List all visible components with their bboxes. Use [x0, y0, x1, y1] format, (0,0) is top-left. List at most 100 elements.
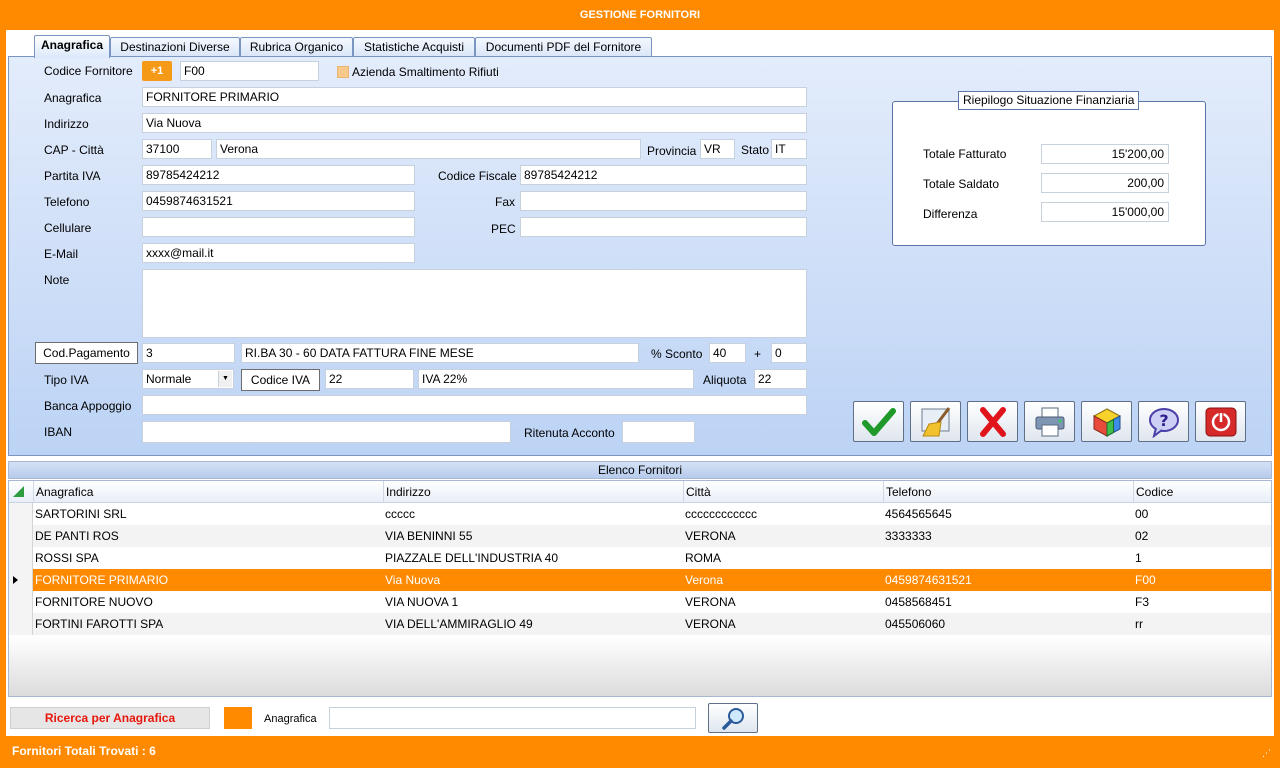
anagrafica-field[interactable]: FORNITORE PRIMARIO — [142, 87, 807, 107]
sconto-field[interactable]: 40 — [709, 343, 746, 363]
indirizzo-field[interactable]: Via Nuova — [142, 113, 807, 133]
column-header-citta[interactable]: Città — [683, 481, 883, 503]
citta-field[interactable]: Verona — [216, 139, 641, 159]
cellulare-label: Cellulare — [44, 221, 92, 235]
cell-citta: ROMA — [685, 551, 721, 565]
row-header[interactable] — [9, 503, 33, 525]
table-row[interactable]: SARTORINI SRL ccccc cccccccccccc 4564565645… — [9, 503, 1271, 525]
cell-indirizzo: PIAZZALE DELL'INDUSTRIA 40 — [385, 551, 559, 565]
email-label: E-Mail — [44, 247, 79, 261]
provincia-field[interactable]: VR — [700, 139, 735, 159]
dropdown-arrow-icon[interactable]: ▼ — [218, 371, 232, 387]
search-input[interactable] — [329, 707, 696, 729]
codice-fornitore-field[interactable]: F00 — [180, 61, 319, 81]
aliquota-label: Aliquota — [703, 373, 747, 387]
save-button[interactable] — [853, 401, 904, 442]
telefono-field[interactable]: 0459874631521 — [142, 191, 415, 211]
cap-field[interactable]: 37100 — [142, 139, 212, 159]
row-header[interactable] — [9, 525, 33, 547]
cell-codice: F00 — [1135, 573, 1156, 587]
help-button[interactable]: ? — [1138, 401, 1189, 442]
increment-code-button[interactable]: +1 — [142, 61, 172, 81]
cell-codice: rr — [1135, 617, 1143, 631]
pec-field[interactable] — [520, 217, 807, 237]
exit-button[interactable] — [1195, 401, 1246, 442]
row-header[interactable] — [9, 591, 33, 613]
power-icon — [1205, 407, 1237, 437]
cellulare-field[interactable] — [142, 217, 415, 237]
tab-statistiche-acquisti[interactable]: Statistiche Acquisti — [353, 37, 475, 57]
column-header-anagrafica[interactable]: Anagrafica — [33, 481, 383, 503]
table-row[interactable]: FORTINI FAROTTI SPA VIA DELL'AMMIRAGLIO 4… — [9, 613, 1271, 635]
table-row[interactable]: FORNITORE PRIMARIO Via Nuova Verona 0459874… — [9, 569, 1271, 591]
search-field-label: Anagrafica — [264, 713, 317, 725]
window-title: GESTIONE FORNITORI — [0, 0, 1280, 30]
table-row[interactable]: FORNITORE NUOVO VIA NUOVA 1 VERONA 04585684… — [9, 591, 1271, 613]
search-mode-accent[interactable] — [224, 707, 252, 729]
sconto2-field[interactable]: 0 — [771, 343, 807, 363]
partita-iva-field[interactable]: 89785424212 — [142, 165, 415, 185]
cell-anagrafica: ROSSI SPA — [35, 551, 99, 565]
cell-telefono — [883, 547, 1133, 569]
email-field[interactable]: xxxx@mail.it — [142, 243, 415, 263]
current-row-arrow-icon — [13, 576, 18, 584]
row-header[interactable] — [9, 547, 33, 569]
tab-documenti-pdf[interactable]: Documenti PDF del Fornitore — [475, 37, 652, 57]
cell-indirizzo: VIA DELL'AMMIRAGLIO 49 — [385, 617, 533, 631]
note-field[interactable] — [142, 269, 807, 338]
tab-destinazioni-diverse[interactable]: Destinazioni Diverse — [110, 37, 240, 57]
delete-button[interactable] — [967, 401, 1018, 442]
sort-indicator-icon[interactable] — [13, 486, 24, 497]
print-button[interactable] — [1024, 401, 1075, 442]
iban-label: IBAN — [44, 425, 73, 439]
fax-field[interactable] — [520, 191, 807, 211]
ritenuta-acconto-label: Ritenuta Acconto — [524, 426, 615, 440]
modules-button[interactable] — [1081, 401, 1132, 442]
ritenuta-acconto-field[interactable] — [622, 421, 695, 443]
cube-icon — [1092, 408, 1122, 437]
codice-iva-button[interactable]: Codice IVA — [241, 369, 320, 391]
cod-pagamento-button[interactable]: Cod.Pagamento — [35, 342, 138, 364]
stato-field[interactable]: IT — [771, 139, 807, 159]
tipo-iva-label: Tipo IVA — [44, 373, 89, 387]
codice-iva-field[interactable]: 22 — [325, 369, 414, 389]
search-mode-label[interactable]: Ricerca per Anagrafica — [10, 707, 210, 729]
sconto-label: % Sconto — [651, 347, 703, 361]
cell-codice: 00 — [1135, 507, 1149, 521]
cell-anagrafica: FORNITORE PRIMARIO — [35, 573, 169, 587]
cell-indirizzo: ccccc — [385, 507, 415, 521]
clear-form-button[interactable] — [910, 401, 961, 442]
cell-telefono: 0458568451 — [885, 595, 952, 609]
cell-telefono: 045506060 — [885, 617, 946, 631]
cell-citta: VERONA — [685, 529, 736, 543]
row-header[interactable] — [9, 569, 33, 591]
cell-codice: 02 — [1135, 529, 1149, 543]
fax-label: Fax — [495, 195, 516, 209]
pagamento-description: RI.BA 30 - 60 DATA FATTURA FINE MESE — [241, 343, 639, 363]
column-header-indirizzo[interactable]: Indirizzo — [383, 481, 683, 503]
banca-appoggio-label: Banca Appoggio — [44, 399, 132, 413]
tab-anagrafica[interactable]: Anagrafica — [34, 35, 110, 58]
codice-fiscale-field[interactable]: 89785424212 — [520, 165, 807, 185]
tab-rubrica-organico[interactable]: Rubrica Organico — [240, 37, 353, 57]
table-row[interactable]: DE PANTI ROS VIA BENINNI 55 VERONA 3333333 0… — [9, 525, 1271, 547]
column-header-telefono[interactable]: Telefono — [883, 481, 1133, 503]
search-button[interactable] — [708, 703, 758, 733]
azienda-rifiuti-checkbox[interactable] — [337, 66, 349, 78]
differenza-label: Differenza — [923, 207, 978, 221]
iban-field[interactable] — [142, 421, 511, 443]
row-header[interactable] — [9, 613, 33, 635]
cap-citta-label: CAP - Città — [44, 143, 104, 157]
cell-indirizzo: VIA NUOVA 1 — [385, 595, 459, 609]
resize-grip-icon[interactable]: ⋰ — [1262, 748, 1271, 759]
column-header-codice[interactable]: Codice — [1133, 481, 1271, 503]
cod-pagamento-field[interactable]: 3 — [142, 343, 235, 363]
aliquota-field[interactable]: 22 — [754, 369, 807, 389]
table-row[interactable]: ROSSI SPA PIAZZALE DELL'INDUSTRIA 40 ROMA 1 — [9, 547, 1271, 569]
status-bar: Fornitori Totali Trovati : 6 — [6, 740, 1274, 762]
grid-title: Elenco Fornitori — [8, 461, 1272, 479]
tipo-iva-select[interactable]: Normale ▼ — [142, 369, 234, 389]
note-label: Note — [44, 273, 70, 287]
banca-appoggio-field[interactable] — [142, 395, 807, 415]
cell-telefono: 0459874631521 — [885, 573, 972, 587]
